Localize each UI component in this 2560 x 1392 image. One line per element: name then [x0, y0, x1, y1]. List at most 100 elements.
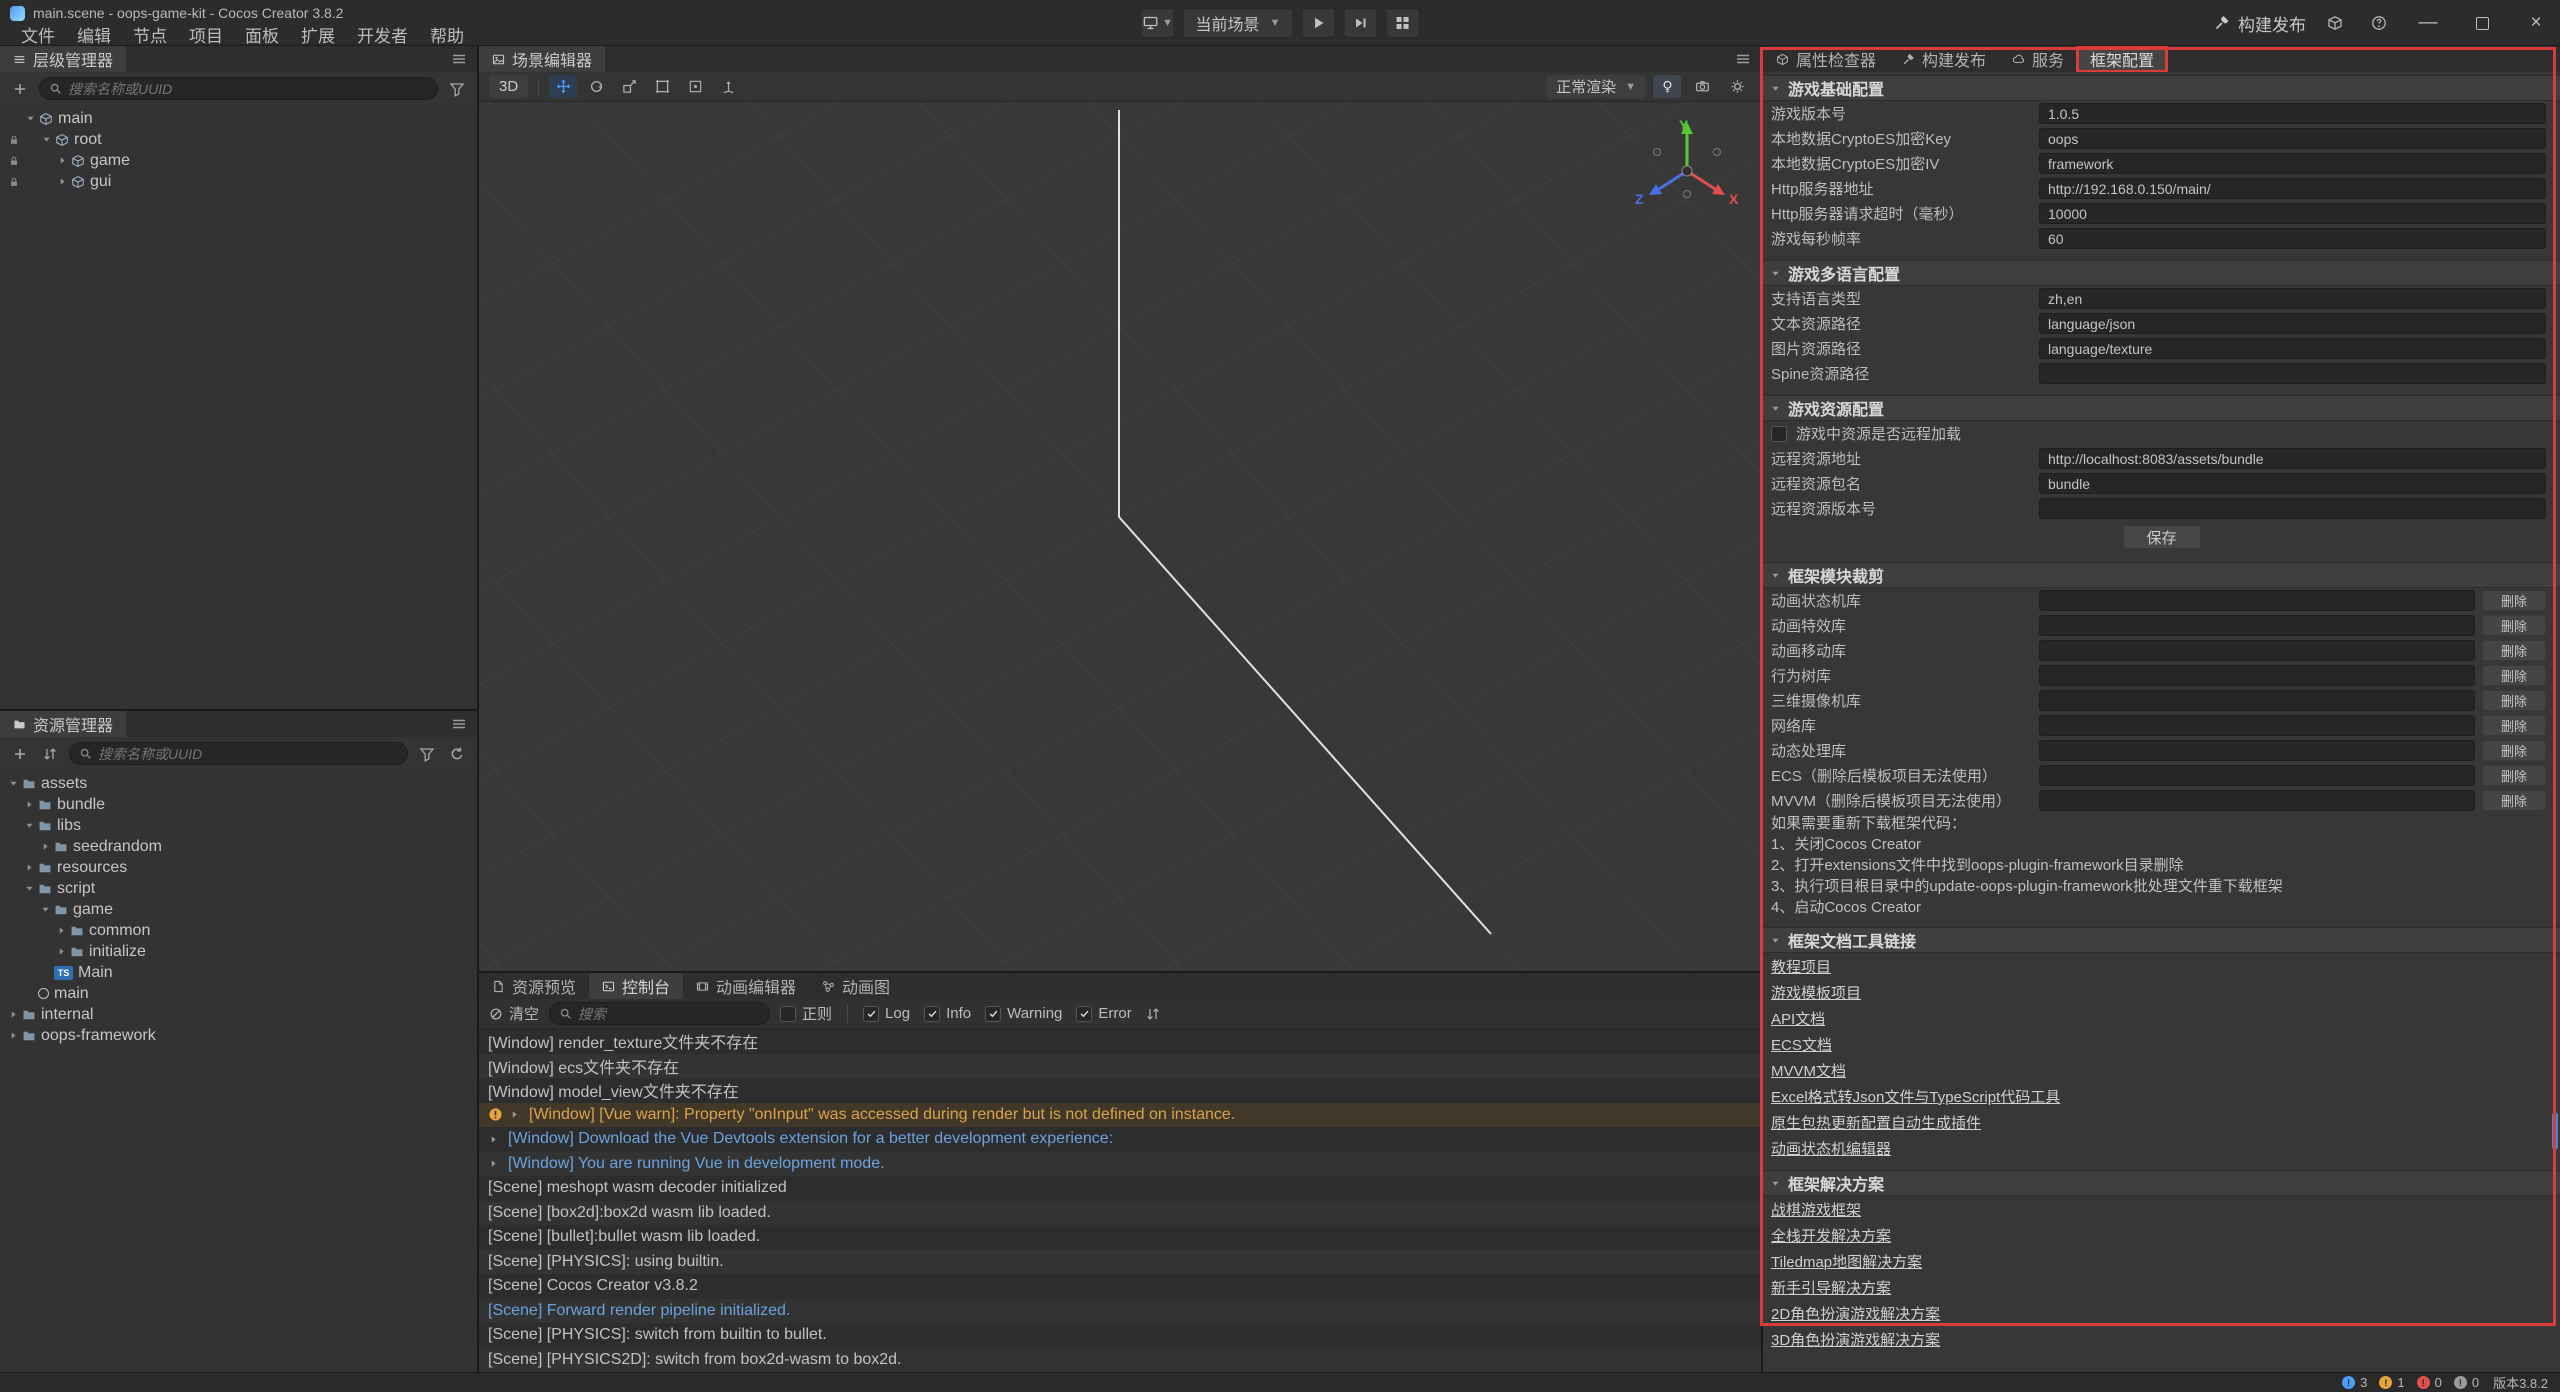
- log-row-8[interactable]: [Scene] [bullet]:bullet wasm lib loaded.: [479, 1225, 1761, 1250]
- tree-row-internal[interactable]: internal: [0, 1004, 477, 1025]
- tree-caret-icon[interactable]: [21, 883, 38, 894]
- scrollbar-thumb[interactable]: [2552, 1112, 2558, 1150]
- sort-assets-button[interactable]: [39, 743, 61, 765]
- rotate-tool-button[interactable]: [582, 75, 610, 98]
- panel-menu-icon[interactable]: [441, 711, 477, 737]
- doc-link[interactable]: 动画状态机编辑器: [1771, 1138, 1891, 1159]
- filter-info[interactable]: Info: [924, 1005, 971, 1022]
- clear-console-button[interactable]: 清空: [489, 1003, 539, 1024]
- rect-tool-button[interactable]: [648, 75, 676, 98]
- tree-caret-icon[interactable]: [37, 904, 54, 915]
- checkbox-log[interactable]: [863, 1006, 879, 1022]
- status-badge-warning[interactable]: !1: [2379, 1375, 2404, 1390]
- property-input[interactable]: [2039, 203, 2546, 224]
- property-input[interactable]: [2039, 103, 2546, 124]
- console-search-input[interactable]: [578, 1006, 760, 1022]
- tree-caret-icon[interactable]: [54, 176, 71, 187]
- tree-row-main[interactable]: main: [0, 108, 477, 129]
- log-row-7[interactable]: [Scene] [box2d]:box2d wasm lib loaded.: [479, 1201, 1761, 1226]
- tree-caret-icon[interactable]: [53, 925, 70, 936]
- log-row-0[interactable]: [Window] render_texture文件夹不存在: [479, 1029, 1761, 1054]
- property-input[interactable]: [2039, 338, 2546, 359]
- scene-light-toggle[interactable]: [1653, 75, 1681, 98]
- property-input[interactable]: [2039, 363, 2546, 384]
- tree-caret-icon[interactable]: [21, 862, 38, 873]
- coordinate-toggle-button[interactable]: [714, 75, 742, 98]
- property-input[interactable]: [2039, 128, 2546, 149]
- tree-row-Main[interactable]: TSMain: [0, 962, 477, 983]
- property-input[interactable]: [2039, 313, 2546, 334]
- tree-caret-icon[interactable]: [5, 1009, 22, 1020]
- maximize-button[interactable]: [2462, 0, 2502, 46]
- doc-link[interactable]: 全栈开发解决方案: [1771, 1225, 1891, 1246]
- render-mode-select[interactable]: 正常渲染 ▼: [1546, 75, 1646, 98]
- panel-menu-icon[interactable]: [1725, 46, 1761, 72]
- inspector-tab-0[interactable]: 属性检查器: [1763, 46, 1889, 72]
- menu-item-6[interactable]: 开发者: [346, 22, 419, 47]
- tree-row-game[interactable]: game: [0, 150, 477, 171]
- assets-tab[interactable]: 资源管理器: [0, 711, 126, 737]
- preview-device-button[interactable]: ▼: [1141, 8, 1175, 38]
- doc-link[interactable]: Excel格式转Json文件与TypeScript代码工具: [1771, 1086, 2060, 1107]
- regex-checkbox-box[interactable]: [780, 1006, 796, 1022]
- menu-item-0[interactable]: 文件: [10, 22, 66, 47]
- minimize-button[interactable]: —: [2408, 0, 2448, 46]
- property-input[interactable]: [2039, 473, 2546, 494]
- doc-link[interactable]: 战棋游戏框架: [1771, 1199, 1861, 1220]
- section-header[interactable]: 框架模块裁剪: [1763, 562, 2560, 588]
- layout-grid-button[interactable]: [1385, 8, 1419, 38]
- property-input[interactable]: [2039, 178, 2546, 199]
- inspector-tab-2[interactable]: 服务: [1999, 46, 2077, 72]
- menu-item-2[interactable]: 节点: [122, 22, 178, 47]
- checkbox-info[interactable]: [924, 1006, 940, 1022]
- tree-caret-icon[interactable]: [53, 946, 70, 957]
- tree-caret-icon[interactable]: [21, 820, 38, 831]
- tree-row-game[interactable]: game: [0, 899, 477, 920]
- filter-log[interactable]: Log: [863, 1005, 910, 1022]
- remote-load-checkbox[interactable]: [1771, 426, 1787, 442]
- tree-row-common[interactable]: common: [0, 920, 477, 941]
- delete-module-button[interactable]: 删除: [2482, 615, 2546, 636]
- doc-link[interactable]: 原生包热更新配置自动生成插件: [1771, 1112, 1981, 1133]
- mode-3d-toggle[interactable]: 3D: [489, 75, 528, 98]
- delete-module-button[interactable]: 删除: [2482, 740, 2546, 761]
- log-row-6[interactable]: [Scene] meshopt wasm decoder initialized: [479, 1176, 1761, 1201]
- tree-row-seedrandom[interactable]: seedrandom: [0, 836, 477, 857]
- inspector-tab-3[interactable]: 框架配置: [2077, 46, 2167, 72]
- tree-caret-icon[interactable]: [21, 799, 38, 810]
- status-badge-error[interactable]: !0: [2417, 1375, 2442, 1390]
- play-button[interactable]: [1301, 8, 1335, 38]
- log-row-4[interactable]: [Window] Download the Vue Devtools exten…: [479, 1127, 1761, 1152]
- extension-package-button[interactable]: [2320, 8, 2350, 38]
- tree-caret-icon[interactable]: [5, 778, 22, 789]
- delete-module-button[interactable]: 删除: [2482, 765, 2546, 786]
- filter-icon[interactable]: [446, 78, 468, 100]
- doc-link[interactable]: 教程项目: [1771, 956, 1831, 977]
- expand-caret-icon[interactable]: [488, 1134, 508, 1145]
- doc-link[interactable]: 新手引导解决方案: [1771, 1277, 1891, 1298]
- filter-icon[interactable]: [416, 743, 438, 765]
- lock-icon[interactable]: [5, 134, 22, 146]
- tree-row-main[interactable]: main: [0, 983, 477, 1004]
- add-asset-button[interactable]: [9, 743, 31, 765]
- tree-row-resources[interactable]: resources: [0, 857, 477, 878]
- log-row-10[interactable]: [Scene] Cocos Creator v3.8.2: [479, 1274, 1761, 1299]
- menu-item-5[interactable]: 扩展: [290, 22, 346, 47]
- scene-settings-button[interactable]: [1723, 75, 1751, 98]
- tree-row-gui[interactable]: gui: [0, 171, 477, 192]
- property-input[interactable]: [2039, 288, 2546, 309]
- tree-row-root[interactable]: root: [0, 129, 477, 150]
- delete-module-button[interactable]: 删除: [2482, 590, 2546, 611]
- section-header[interactable]: 游戏多语言配置: [1763, 260, 2560, 286]
- property-input[interactable]: [2039, 153, 2546, 174]
- delete-module-button[interactable]: 删除: [2482, 715, 2546, 736]
- status-badge-message[interactable]: !0: [2454, 1375, 2479, 1390]
- delete-module-button[interactable]: 删除: [2482, 790, 2546, 811]
- help-button[interactable]: [2364, 8, 2394, 38]
- tree-row-libs[interactable]: libs: [0, 815, 477, 836]
- preview-target-select[interactable]: 当前场景 ▼: [1183, 8, 1294, 38]
- tree-row-oops-framework[interactable]: oops-framework: [0, 1025, 477, 1046]
- inspector-tab-1[interactable]: 构建发布: [1889, 46, 1999, 72]
- close-button[interactable]: ×: [2516, 0, 2556, 46]
- doc-link[interactable]: API文档: [1771, 1008, 1825, 1029]
